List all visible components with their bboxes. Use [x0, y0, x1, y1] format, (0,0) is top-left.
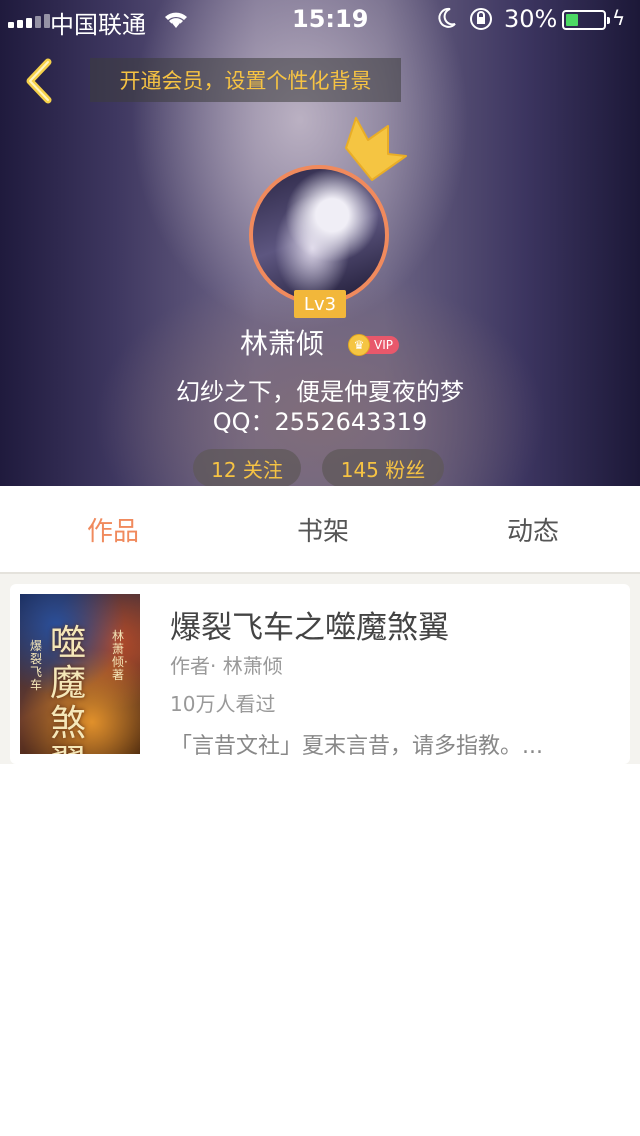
book-author: 作者· 林萧倾	[170, 654, 283, 678]
tab-bookshelf[interactable]: 书架	[238, 486, 408, 572]
username: 林萧倾	[240, 327, 325, 360]
status-bar: 中国联通 15:19 30% ϟ	[0, 0, 640, 40]
carrier-label: 中国联通	[50, 11, 146, 39]
signal-icon	[8, 14, 50, 28]
fans-count-button[interactable]: 145 粉丝	[322, 449, 444, 486]
book-views: 10万人看过	[170, 692, 276, 716]
cover-side-text: 爆裂飞车	[30, 639, 43, 692]
level-badge: Lv3	[294, 290, 346, 318]
following-count-button[interactable]: 12 关注	[193, 449, 301, 486]
book-cover[interactable]: 爆裂飞车 噬魔煞翼 林萧倾·著	[20, 594, 140, 754]
cover-title: 噬魔煞翼	[50, 623, 87, 755]
vip-badge: ♛ VIP	[348, 334, 399, 356]
clock: 15:19	[292, 5, 369, 33]
book-title[interactable]: 爆裂飞车之噬魔煞翼	[170, 602, 449, 647]
wifi-icon	[162, 8, 190, 36]
user-qq: QQ：2552643319	[212, 408, 428, 436]
book-description: 「言昔文社」夏末言昔，请多指教。...	[170, 734, 543, 759]
chevron-left-icon	[26, 58, 52, 104]
vip-background-promo[interactable]: 开通会员，设置个性化背景	[90, 58, 401, 102]
avatar[interactable]	[249, 165, 389, 305]
profile-tabs: 作品 书架 动态	[0, 486, 640, 574]
back-button[interactable]	[16, 54, 66, 108]
rotation-lock-icon	[468, 6, 494, 38]
battery-percent: 30%	[504, 5, 558, 33]
vip-crown-icon: ♛	[348, 334, 370, 356]
battery-icon	[562, 10, 610, 30]
cover-author: 林萧倾·著	[112, 629, 128, 682]
tab-works[interactable]: 作品	[28, 486, 198, 572]
moon-icon	[436, 6, 458, 36]
tab-activity[interactable]: 动态	[448, 486, 618, 572]
charging-icon: ϟ	[612, 6, 626, 30]
profile-header: 中国联通 15:19 30% ϟ 开通会员，设置个性化背景 Lv3 林萧倾 ♛ …	[0, 0, 640, 486]
